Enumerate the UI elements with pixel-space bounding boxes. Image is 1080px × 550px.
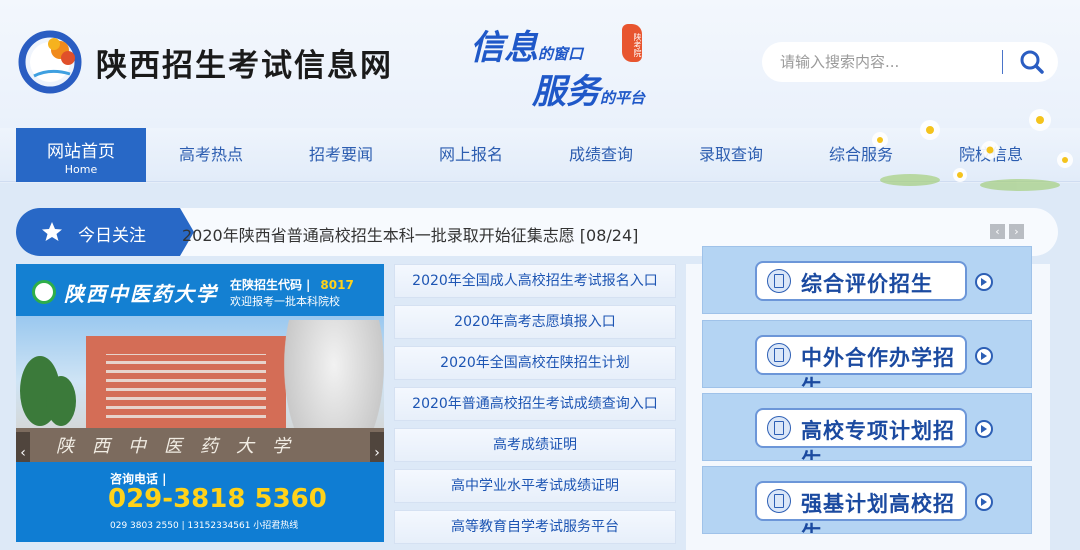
phone-number: 029-3818 5360 — [108, 484, 327, 514]
banner-contact: 咨询电话 | 029-3818 5360 029 3803 2550 | 131… — [16, 462, 384, 542]
banner-header: 陕西中医药大学 在陕招生代码 | 8017 欢迎报考一批本科院校 — [16, 264, 384, 316]
nav-item-gaokao-hotspot[interactable]: 高考热点 — [146, 128, 276, 182]
special-item-sino-foreign[interactable]: 中外合作办学招生 — [702, 320, 1032, 388]
special-item-strong-base[interactable]: 强基计划高校招生 — [702, 466, 1032, 534]
quick-link[interactable]: 2020年普通高校招生考试成绩查询入口 — [394, 387, 676, 421]
quick-link[interactable]: 高等教育自学考试服务平台 — [394, 510, 676, 544]
star-icon — [42, 222, 62, 241]
nav-item-home[interactable]: 网站首页 Home — [16, 128, 146, 182]
nav-item-online-registration[interactable]: 网上报名 — [406, 128, 536, 182]
university-banner[interactable]: 陕西中医药大学 在陕招生代码 | 8017 欢迎报考一批本科院校 陕西中医药大学 ‹… — [16, 264, 384, 542]
document-icon — [767, 343, 791, 367]
campus-building — [86, 336, 286, 436]
document-icon — [767, 416, 791, 440]
arrow-right-icon — [975, 493, 993, 511]
university-name: 陕西中医药大学 — [64, 282, 218, 306]
enrollment-code: 8017 — [320, 278, 354, 292]
slogan: 信息的窗口 服务的平台 陕考院 — [466, 20, 676, 112]
nav-item-services[interactable]: 综合服务 — [796, 128, 926, 182]
banner-welcome: 欢迎报考一批本科院校 — [230, 295, 340, 308]
today-prev-button[interactable]: ‹ — [990, 224, 1005, 239]
nav-item-college-info[interactable]: 院校信息 — [926, 128, 1056, 182]
search-divider — [1002, 50, 1003, 74]
campus-photo: 陕西中医药大学 ‹ › — [16, 316, 384, 474]
arrow-right-icon — [975, 273, 993, 291]
today-next-button[interactable]: › — [1009, 224, 1024, 239]
main-nav: 网站首页 Home 高考热点 招考要闻 网上报名 成绩查询 录取查询 综合服务 … — [0, 128, 1080, 182]
quick-link[interactable]: 2020年全国高校在陕招生计划 — [394, 346, 676, 380]
site-header: 陕西招生考试信息网 信息的窗口 服务的平台 陕考院 — [0, 0, 1080, 128]
document-icon — [767, 489, 791, 513]
enrollment-code-line: 在陕招生代码 | 8017 — [230, 278, 354, 292]
special-enrollment-panel: 综合评价招生 中外合作办学招生 高校专项计划招生 强基计划高校招生 — [686, 246, 1050, 550]
quick-link[interactable]: 2020年高考志愿填报入口 — [394, 305, 676, 339]
university-badge-icon — [32, 280, 56, 304]
search-input[interactable] — [780, 48, 1000, 76]
nav-item-score-query[interactable]: 成绩查询 — [536, 128, 666, 182]
arrow-right-icon — [975, 420, 993, 438]
today-headline-link[interactable]: 2020年陕西省普通高校招生本科一批录取开始征集志愿 [08/24] — [182, 222, 638, 246]
special-item-comprehensive[interactable]: 综合评价招生 — [702, 246, 1032, 314]
phone-extra: 029 3803 2550 | 13152334561 小招君热线 — [110, 521, 299, 531]
site-logo-icon[interactable] — [16, 24, 88, 96]
quick-link[interactable]: 2020年全国成人高校招生考试报名入口 — [394, 264, 676, 298]
arrow-right-icon — [975, 347, 993, 365]
nav-item-admission-query[interactable]: 录取查询 — [666, 128, 796, 182]
search-button[interactable] — [1014, 46, 1050, 78]
search-icon — [1020, 50, 1044, 74]
site-title[interactable]: 陕西招生考试信息网 — [96, 40, 393, 85]
today-focus-text: 今日关注 — [78, 226, 146, 246]
document-icon — [767, 269, 791, 293]
wall-inscription: 陕西中医药大学 — [56, 436, 308, 457]
quick-link[interactable]: 高考成绩证明 — [394, 428, 676, 462]
quick-link[interactable]: 高中学业水平考试成绩证明 — [394, 469, 676, 503]
slogan-line-1: 信息的窗口 — [470, 28, 584, 68]
slogan-line-2: 服务的平台 — [532, 72, 646, 112]
slogan-stamp: 陕考院 — [622, 24, 642, 62]
search-box — [762, 42, 1058, 82]
today-focus-label: 今日关注 — [16, 208, 194, 256]
special-item-special-plan[interactable]: 高校专项计划招生 — [702, 393, 1032, 461]
nav-item-exam-news[interactable]: 招考要闻 — [276, 128, 406, 182]
